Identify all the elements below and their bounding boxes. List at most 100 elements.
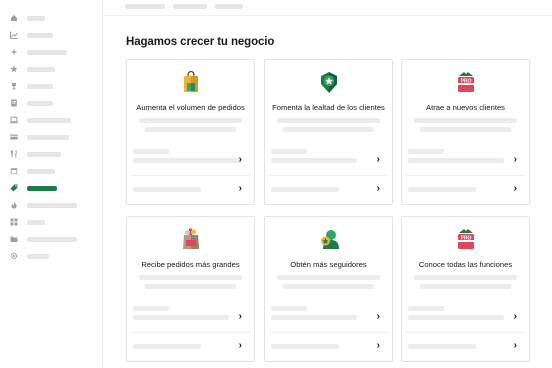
sidebar-item-label — [27, 236, 77, 242]
row-text-placeholder — [271, 344, 339, 349]
sidebar-item-label — [27, 168, 55, 174]
sparkle-icon — [10, 48, 18, 56]
breadcrumb-item[interactable] — [125, 4, 165, 9]
action-row[interactable]: › — [269, 333, 388, 363]
action-row[interactable]: › — [406, 176, 525, 206]
sidebar-item-reviews[interactable] — [10, 62, 100, 76]
action-row[interactable]: › — [269, 176, 388, 206]
action-row[interactable]: › — [406, 333, 525, 363]
chevron-right-icon: › — [238, 183, 242, 194]
chevron-right-icon: › — [376, 183, 380, 194]
gear-icon — [10, 252, 18, 260]
action-row[interactable]: › — [406, 303, 525, 333]
growth-card-followers[interactable]: Obtén más seguidores › › — [264, 216, 393, 362]
growth-card-loyalty[interactable]: Fomenta la lealtad de los clientes › › — [264, 59, 393, 205]
row-text-placeholder — [408, 315, 504, 320]
action-row[interactable]: › — [131, 146, 250, 176]
sidebar-item-label — [27, 219, 45, 225]
sidebar-item-settings[interactable] — [10, 249, 100, 263]
card-title: Atrae a nuevos clientes — [426, 103, 505, 112]
description-placeholder — [283, 284, 374, 289]
app-root: Hagamos crecer tu negocio Aumenta el vol… — [0, 0, 552, 368]
promo-label: PRO — [460, 235, 471, 241]
row-text-placeholder — [133, 187, 201, 192]
sidebar-item-apps[interactable] — [10, 215, 100, 229]
sidebar-item-label — [27, 66, 55, 72]
sidebar-item-label — [27, 117, 71, 123]
sidebar-item-insights[interactable] — [10, 45, 100, 59]
sidebar-item-rewards[interactable] — [10, 79, 100, 93]
sidebar-item-online[interactable] — [10, 113, 100, 127]
description-placeholder — [420, 284, 511, 289]
grocery-bag-icon — [182, 228, 199, 249]
sidebar — [0, 0, 103, 368]
action-row[interactable]: › — [131, 303, 250, 333]
description-placeholder — [145, 127, 236, 132]
growth-card-all-features[interactable]: PRO Conoce todas las funciones › › — [401, 216, 530, 362]
row-label-placeholder — [271, 306, 307, 311]
row-text-placeholder — [408, 158, 504, 163]
row-text-placeholder — [271, 187, 339, 192]
sidebar-item-label — [27, 100, 53, 106]
sidebar-item-label — [27, 202, 77, 208]
description-placeholder — [145, 284, 236, 289]
breadcrumb-item[interactable] — [173, 4, 207, 9]
grid-icon — [10, 218, 18, 226]
sidebar-item-marketing[interactable] — [10, 181, 100, 195]
chevron-right-icon: › — [376, 311, 380, 322]
description-placeholder — [414, 275, 517, 280]
sidebar-item-home[interactable] — [10, 11, 100, 25]
sidebar-item-analytics[interactable] — [10, 28, 100, 42]
sidebar-item-label — [27, 185, 57, 191]
chevron-right-icon: › — [238, 154, 242, 165]
description-placeholder — [139, 118, 242, 123]
row-label-placeholder — [408, 306, 444, 311]
action-row[interactable]: › — [131, 176, 250, 206]
page-title: Hagamos crecer tu negocio — [126, 36, 275, 48]
action-row[interactable]: › — [269, 303, 388, 333]
utensils-icon — [10, 150, 18, 158]
row-text-placeholder — [408, 187, 476, 192]
promo-ticket-icon: PRO — [457, 72, 474, 92]
row-text-placeholder — [271, 315, 357, 320]
sidebar-item-label — [27, 253, 49, 259]
trophy-icon — [10, 82, 18, 90]
sidebar-item-label — [27, 15, 45, 21]
sidebar-item-promotions[interactable] — [10, 198, 100, 212]
row-label-placeholder — [408, 149, 444, 154]
action-row[interactable]: › — [131, 333, 250, 363]
row-label-placeholder — [133, 306, 169, 311]
sidebar-item-menu[interactable] — [10, 147, 100, 161]
home-icon — [10, 14, 18, 22]
star-icon — [10, 65, 18, 73]
calendar-icon — [10, 167, 18, 175]
row-text-placeholder — [408, 344, 476, 349]
sidebar-item-payments[interactable] — [10, 130, 100, 144]
breadcrumb-item[interactable] — [215, 4, 243, 9]
row-text-placeholder — [271, 158, 357, 163]
sidebar-item-label — [27, 49, 67, 55]
sidebar-item-reports[interactable] — [10, 96, 100, 110]
card-title: Conoce todas las funciones — [418, 260, 513, 269]
row-text-placeholder — [133, 158, 241, 163]
action-row[interactable]: › — [269, 146, 388, 176]
growth-card-new-customers[interactable]: PRO Atrae a nuevos clientes › › — [401, 59, 530, 205]
sidebar-item-files[interactable] — [10, 232, 100, 246]
sidebar-item-schedule[interactable] — [10, 164, 100, 178]
action-row[interactable]: › — [406, 146, 525, 176]
description-placeholder — [277, 275, 380, 280]
description-placeholder — [414, 118, 517, 123]
chevron-right-icon: › — [513, 340, 517, 351]
chevron-right-icon: › — [238, 340, 242, 351]
sidebar-item-label — [27, 32, 53, 38]
promo-label: PRO — [460, 78, 471, 84]
chevron-right-icon: › — [513, 311, 517, 322]
chevron-right-icon: › — [376, 340, 380, 351]
card-title: Obtén más seguidores — [290, 260, 367, 269]
growth-card-order-volume[interactable]: Aumenta el volumen de pedidos › › — [126, 59, 255, 205]
growth-card-larger-orders[interactable]: Recibe pedidos más grandes › › — [126, 216, 255, 362]
document-icon — [10, 99, 18, 107]
shopping-bag-icon — [183, 70, 198, 92]
description-placeholder — [283, 127, 374, 132]
card-title: Aumenta el volumen de pedidos — [136, 103, 245, 112]
